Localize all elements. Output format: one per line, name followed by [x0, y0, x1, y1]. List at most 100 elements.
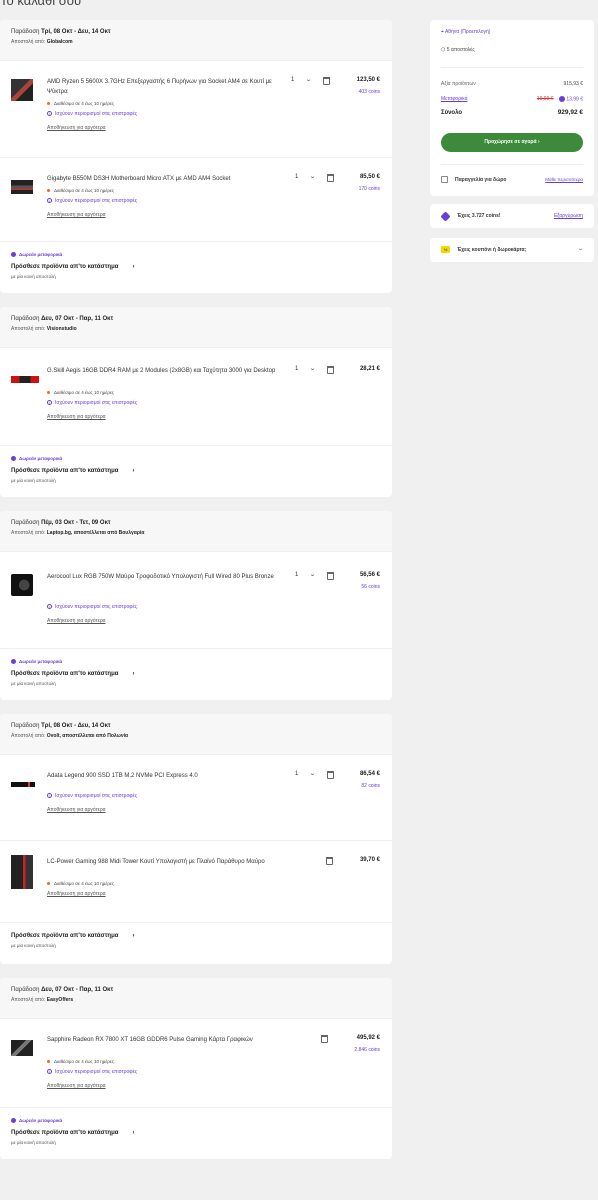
trash-icon[interactable] [327, 174, 334, 182]
info-icon: i [47, 198, 52, 204]
save-for-later-link[interactable]: Αποθήκευση για αργότερα [47, 414, 106, 420]
add-products-text: Πρόσθεσε προϊόντα απ'το κατάστημα [11, 671, 119, 677]
availability: Διαθέσιμο σε 4 έως 10 ημέρες [47, 1059, 114, 1064]
trash-icon[interactable] [327, 572, 334, 580]
add-products-link[interactable]: Πρόσθεσε προϊόντα απ'το κατάστημα › [11, 264, 134, 270]
shipment-group: Παράδοση Πέμ, 03 Οκτ - Τετ, 09 Οκτ Αποστο… [0, 511, 392, 700]
delivery-location[interactable]: ⌖ Αθήνα (Προεπιλογή) [441, 29, 490, 35]
case-image[interactable] [11, 855, 33, 889]
redeem-link[interactable]: Εξαργύρωση [554, 213, 583, 219]
gpu-image[interactable] [11, 1040, 33, 1056]
one-shipment-note: με μία κοινή αποστολή [11, 274, 56, 279]
availability-text: Διαθέσιμο σε 4 έως 10 ημέρες [54, 101, 115, 106]
quantity-value[interactable]: 1 [295, 771, 298, 777]
add-products-link[interactable]: Πρόσθεσε προϊόντα απ'το κατάστημα › [11, 468, 134, 474]
arrow-right-icon: › [537, 139, 540, 145]
coupon-text: Έχεις κουπόνι ή δωροκάρτα; [457, 247, 527, 253]
gift-checkbox[interactable] [441, 176, 448, 183]
add-products-link[interactable]: Πρόσθεσε προϊόντα απ'το κατάστημα › [11, 671, 134, 677]
quantity-value[interactable]: 1 [291, 77, 294, 83]
return-limits-text: Ισχύουν περιορισμοί στις επιστροφές [55, 1069, 138, 1075]
product-title-link[interactable]: LC-Power Gaming 988 Midi Tower Κουτί Υπο… [47, 857, 283, 867]
item-coins: 403 coins [358, 89, 380, 95]
shipment-group: Παράδοση Δευ, 07 Οκτ - Παρ, 11 Οκτ Αποστο… [0, 978, 392, 1159]
free-shipping-text: Δωρεάν μεταφορικά [19, 1118, 63, 1123]
delivery-date: Παράδοση Δευ, 07 Οκτ - Παρ, 11 Οκτ [11, 987, 381, 993]
item-coins: 2.846 coins [354, 1047, 380, 1053]
psu-image[interactable] [11, 574, 33, 596]
availability-text: Διαθέσιμο σε 4 έως 10 ημέρες [54, 1059, 115, 1064]
delivery-date: Παράδοση Τρί, 08 Οκτ - Δευ, 14 Οκτ [11, 723, 381, 729]
ssd-image[interactable] [11, 782, 35, 787]
trash-icon[interactable] [321, 1035, 328, 1043]
quantity-dropdown-chevron-icon[interactable]: ⌄ [305, 76, 312, 83]
cpu-box-image[interactable] [11, 79, 33, 101]
motherboard-image[interactable] [11, 180, 33, 194]
availability-text: Διαθέσιμο σε 4 έως 10 ημέρες [54, 881, 115, 886]
return-limits-link[interactable]: i Ισχύουν περιορισμοί στις επιστροφές [47, 198, 137, 204]
trash-icon[interactable] [327, 771, 334, 779]
quantity-value[interactable]: 1 [295, 174, 298, 180]
seller-prefix: Αποστολή από: [11, 326, 46, 332]
product-title-link[interactable]: AMD Ryzen 5 5600X 3.7GHz Επεξεργαστής 6 … [47, 77, 283, 97]
total-label: Σύνολο [441, 110, 463, 116]
quantity-dropdown-chevron-icon[interactable]: ⌄ [309, 365, 316, 372]
learn-more-link[interactable]: Μάθε περισσότερα [545, 177, 583, 182]
return-limits-link[interactable]: i Ισχύουν περιορισμοί στις επιστροφές [47, 793, 137, 799]
chevron-right-icon: › [132, 264, 135, 270]
availability: Διαθέσιμο σε 4 έως 10 ημέρες [47, 390, 114, 395]
return-limits-link[interactable]: i Ισχύουν περιορισμοί στις επιστροφές [47, 400, 137, 406]
add-products-link[interactable]: Πρόσθεσε προϊόντα απ'το κατάστημα › [11, 933, 134, 939]
shipping-label[interactable]: Μεταφορικά [441, 96, 468, 102]
order-summary: ⌖ Αθήνα (Προεπιλογή) ⬡ 5 αποστολές Αξία … [430, 20, 594, 262]
shipment-footer: Δωρεάν μεταφορικά Πρόσθεσε προϊόντα απ'το… [0, 1107, 392, 1159]
return-limits-link[interactable]: i Ισχύουν περιορισμοί στις επιστροφές [47, 111, 137, 117]
shipment-group: Παράδοση Τρί, 08 Οκτ - Δευ, 14 Οκτ Αποστο… [0, 714, 392, 964]
coupon-icon: % [441, 246, 450, 253]
quantity-value[interactable]: 1 [295, 366, 298, 372]
coupon-box[interactable]: % Έχεις κουπόνι ή δωροκάρτα; ⌄ [430, 238, 594, 262]
product-title-link[interactable]: Aerocool Lux RGB 750W Μαύρο Τροφοδοτικό … [47, 572, 283, 582]
trash-icon[interactable] [323, 77, 330, 85]
ram-image[interactable] [11, 376, 39, 383]
quantity-dropdown-chevron-icon[interactable]: ⌄ [309, 571, 316, 578]
delivery-range: Τρί, 08 Οκτ - Δευ, 14 Οκτ [41, 723, 111, 729]
product-title-link[interactable]: Sapphire Radeon RX 7800 XT 16GB GDDR6 Pu… [47, 1035, 283, 1045]
shipping-new-price: 13,99 € [566, 96, 583, 103]
product-title-link[interactable]: Gigabyte B550M DS3H Motherboard Micro AT… [47, 174, 283, 184]
check-circle-icon [11, 456, 16, 462]
chevron-down-icon: ⌄ [576, 246, 585, 252]
delivery-date: Παράδοση Τρί, 08 Οκτ - Δευ, 14 Οκτ [11, 29, 381, 35]
product-title-link[interactable]: Adata Legend 900 SSD 1TB M.2 NVMe PCI Ex… [47, 771, 283, 781]
product-title-link[interactable]: G.Skill Aegis 16GB DDR4 RAM με 2 Modules… [47, 366, 283, 376]
availability: Διαθέσιμο σε 4 έως 10 ημέρες [47, 101, 114, 106]
quantity-dropdown-chevron-icon[interactable]: ⌄ [309, 770, 316, 777]
coins-badge-icon [558, 96, 565, 102]
chevron-right-icon: › [132, 468, 135, 474]
shipment-footer: Δωρεάν μεταφορικά Πρόσθεσε προϊόντα απ'το… [0, 648, 392, 700]
save-for-later-link[interactable]: Αποθήκευση για αργότερα [47, 891, 106, 897]
shipping-value: 19,99 € 13,99 € [537, 96, 583, 102]
add-products-link[interactable]: Πρόσθεσε προϊόντα απ'το κατάστημα › [11, 1130, 134, 1136]
item-price: 123,50 € [356, 77, 380, 83]
availability: Διαθέσιμο σε 4 έως 10 ημέρες [47, 881, 114, 886]
checkout-button[interactable]: Προχώρησε σε αγορά › [441, 133, 583, 152]
save-for-later-link[interactable]: Αποθήκευση για αργότερα [47, 125, 106, 131]
return-limits-link[interactable]: i Ισχύουν περιορισμοί στις επιστροφές [47, 1069, 137, 1075]
quantity-dropdown-chevron-icon[interactable]: ⌄ [309, 173, 316, 180]
coins-text: Έχεις 3.727 coins! [457, 213, 501, 219]
return-limits-link[interactable]: i Ισχύουν περιορισμοί στις επιστροφές [47, 604, 137, 610]
save-for-later-link[interactable]: Αποθήκευση για αργότερα [47, 807, 106, 813]
one-shipment-note: με μία κοινή αποστολή [11, 943, 56, 948]
cart-item: Sapphire Radeon RX 7800 XT 16GB GDDR6 Pu… [0, 1018, 392, 1107]
info-icon: i [47, 111, 52, 117]
cart-item: Gigabyte B550M DS3H Motherboard Micro AT… [0, 157, 392, 241]
save-for-later-link[interactable]: Αποθήκευση για αργότερα [47, 1083, 106, 1089]
chevron-right-icon: › [132, 1130, 135, 1136]
save-for-later-link[interactable]: Αποθήκευση για αργότερα [47, 618, 106, 624]
save-for-later-link[interactable]: Αποθήκευση για αργότερα [47, 212, 106, 218]
trash-icon[interactable] [327, 366, 334, 374]
quantity-value[interactable]: 1 [295, 572, 298, 578]
cart-item: G.Skill Aegis 16GB DDR4 RAM με 2 Modules… [0, 347, 392, 445]
trash-icon[interactable] [326, 857, 333, 865]
